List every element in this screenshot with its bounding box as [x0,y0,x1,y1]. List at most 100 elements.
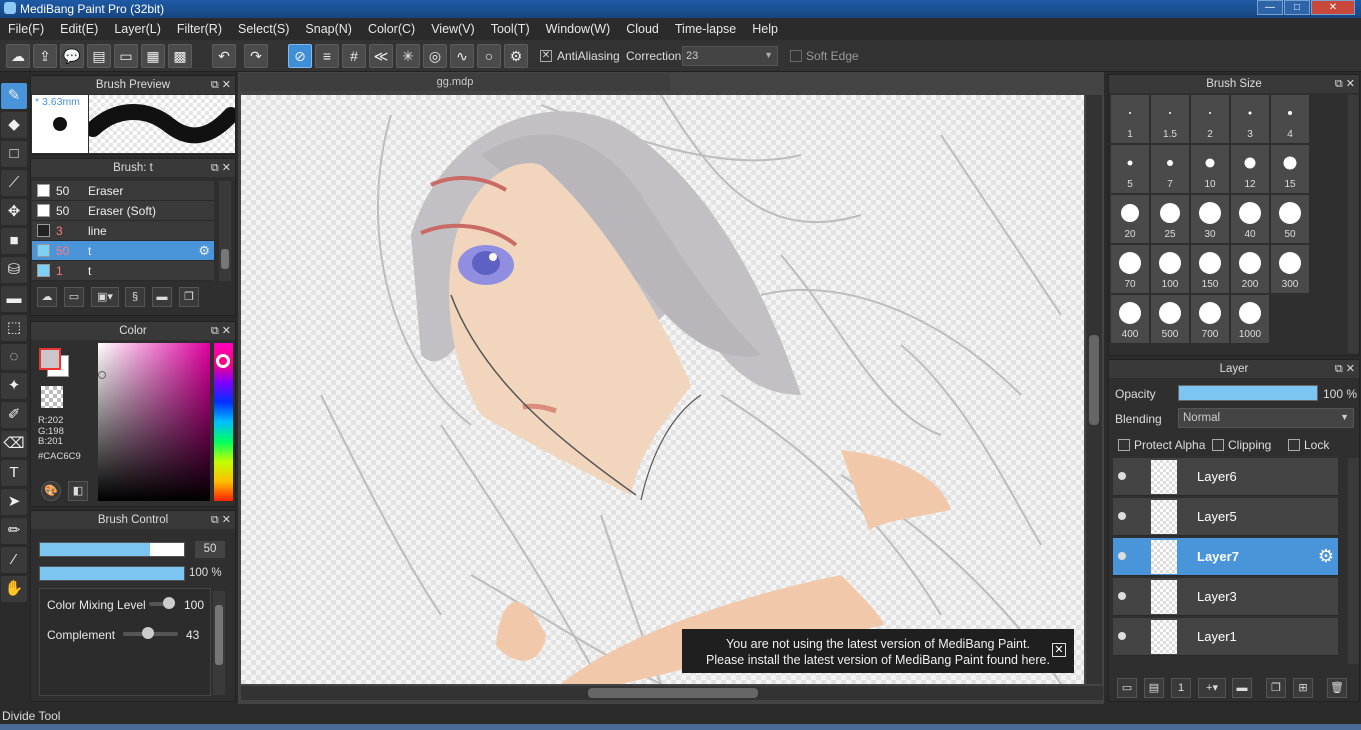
bucket-tool-icon[interactable]: ⛁ [1,257,27,283]
radial-snap-icon[interactable]: ✳ [396,44,420,68]
brush-size-option[interactable]: 1 [1111,95,1149,143]
menu-edit[interactable]: Edit(E) [52,22,106,36]
protect-alpha-checkbox[interactable] [1118,439,1130,451]
menu-select[interactable]: Select(S) [230,22,297,36]
snap-settings-gear-icon[interactable]: ⚙ [504,44,528,68]
antialiasing-checkbox[interactable]: ✕ [540,50,552,62]
add-brush-cloud-icon[interactable]: ☁ [37,287,57,307]
layer-row[interactable]: Layer3 [1113,578,1338,616]
layer-row[interactable]: Layer5 [1113,498,1338,536]
foreground-color-swatch[interactable] [39,348,61,370]
document-icon[interactable]: ▭ [114,44,138,68]
comment-icon[interactable]: ▤ [87,44,111,68]
brush-size-option[interactable]: 100 [1151,245,1189,293]
concentric-snap-icon[interactable]: ◎ [423,44,447,68]
soft-edge-checkbox[interactable] [790,50,802,62]
brush-size-option[interactable]: 70 [1111,245,1149,293]
brush-opacity-slider[interactable] [39,566,185,581]
brush-size-option[interactable]: 150 [1191,245,1229,293]
divide-tool-icon[interactable]: ✏ [1,518,27,544]
canvas-vertical-scrollbar[interactable] [1086,95,1102,684]
duplicate-icon[interactable]: ❐ [179,287,199,307]
upload-icon[interactable]: ⇪ [33,44,57,68]
line-tool-icon[interactable]: ⟋ [1,170,27,196]
brush-size-option[interactable]: 12 [1231,145,1269,193]
cloud-icon[interactable]: ☁ [6,44,30,68]
new-layer-1bit-icon[interactable]: 1 [1171,678,1191,698]
brush-size-option[interactable]: 25 [1151,195,1189,243]
layer-row[interactable]: Layer6 [1113,458,1338,496]
dot-tool-icon[interactable]: □ [1,141,27,167]
layer-row-selected[interactable]: Layer7 ⚙ [1113,538,1338,576]
brush-size-option[interactable]: 15 [1271,145,1309,193]
hand-tool-icon[interactable]: ✋ [1,576,27,602]
minimize-button[interactable]: — [1257,0,1283,15]
new-layer-icon[interactable]: ▭ [1117,678,1137,698]
folder-icon[interactable]: ▬ [1232,678,1252,698]
canvas-horizontal-scrollbar[interactable] [241,686,1103,700]
move-tool-icon[interactable]: ✥ [1,199,27,225]
menu-file[interactable]: File(F) [0,22,52,36]
brush-item[interactable]: 3 line [32,221,214,241]
duplicate-layer-icon[interactable]: ❐ [1266,678,1286,698]
brush-export-icon[interactable]: § [125,287,145,307]
palette-icon[interactable]: 🎨 [41,481,61,501]
menu-help[interactable]: Help [744,22,786,36]
panel-layout-icon[interactable]: ▦ [141,44,165,68]
grid-snap-icon[interactable]: # [342,44,366,68]
brush-size-option[interactable]: 7 [1151,145,1189,193]
brush-size-option[interactable]: 20 [1111,195,1149,243]
panel-controls-icon[interactable]: ⧉ ✕ [211,511,231,529]
brush-size-option[interactable]: 40 [1231,195,1269,243]
picker-handle[interactable] [98,371,106,379]
brush-item-selected[interactable]: 50 t ⚙ [32,241,214,261]
magic-wand-icon[interactable]: ✦ [1,373,27,399]
add-layer-menu-icon[interactable]: +▾ [1198,678,1226,698]
brush-size-option[interactable]: 30 [1191,195,1229,243]
parallel-snap-icon[interactable]: ≡ [315,44,339,68]
gear-icon[interactable]: ⚙ [198,243,210,259]
panel-controls-icon[interactable]: ⧉ ✕ [1335,360,1355,378]
brush-size-option[interactable]: 700 [1191,295,1229,343]
menu-filter[interactable]: Filter(R) [169,22,230,36]
lock-checkbox[interactable] [1288,439,1300,451]
clipping-checkbox[interactable] [1212,439,1224,451]
hue-slider[interactable] [214,343,233,501]
maximize-button[interactable]: □ [1284,0,1310,15]
brush-size-option[interactable]: 10 [1191,145,1229,193]
new-layer-halftone-icon[interactable]: ▤ [1144,678,1164,698]
visibility-eye-icon[interactable] [1118,552,1126,560]
menu-tool[interactable]: Tool(T) [483,22,538,36]
brush-size-option[interactable]: 2 [1191,95,1229,143]
complement-slider[interactable] [123,627,178,639]
hue-handle[interactable] [216,354,230,368]
brush-type-menu-icon[interactable]: ▣▾ [91,287,119,307]
panel-controls-icon[interactable]: ⧉ ✕ [211,322,231,340]
curve-snap-icon[interactable]: ∿ [450,44,474,68]
visibility-eye-icon[interactable] [1118,632,1126,640]
brush-tool-icon[interactable]: ✎ [1,83,27,109]
operation-tool-icon[interactable]: ➤ [1,489,27,515]
select-pen-icon[interactable]: ✐ [1,402,27,428]
close-icon[interactable]: ✕ [1052,643,1066,657]
color-mixing-slider[interactable] [149,597,175,609]
select-eraser-icon[interactable]: ⌫ [1,431,27,457]
brush-size-value[interactable]: 50 [195,541,225,558]
brush-item[interactable]: 1 t [32,261,214,281]
brush-list-scrollbar[interactable] [219,181,231,281]
brush-size-slider[interactable] [39,542,185,557]
brush-size-option[interactable]: 500 [1151,295,1189,343]
brush-size-option[interactable]: 400 [1111,295,1149,343]
brush-size-option[interactable]: 1.5 [1151,95,1189,143]
redo-icon[interactable]: ↷ [244,44,268,68]
menu-snap[interactable]: Snap(N) [297,22,360,36]
panel-controls-icon[interactable]: ⧉ ✕ [211,159,231,177]
close-window-button[interactable]: ✕ [1311,0,1355,15]
merge-layer-icon[interactable]: ⊞ [1293,678,1313,698]
menu-layer[interactable]: Layer(L) [106,22,169,36]
brush-size-option[interactable]: 1000 [1231,295,1269,343]
menu-color[interactable]: Color(C) [360,22,423,36]
drawing-canvas[interactable] [241,95,1084,684]
lasso-icon[interactable]: ◌ [1,344,27,370]
grid-layout-icon[interactable]: ▩ [168,44,192,68]
